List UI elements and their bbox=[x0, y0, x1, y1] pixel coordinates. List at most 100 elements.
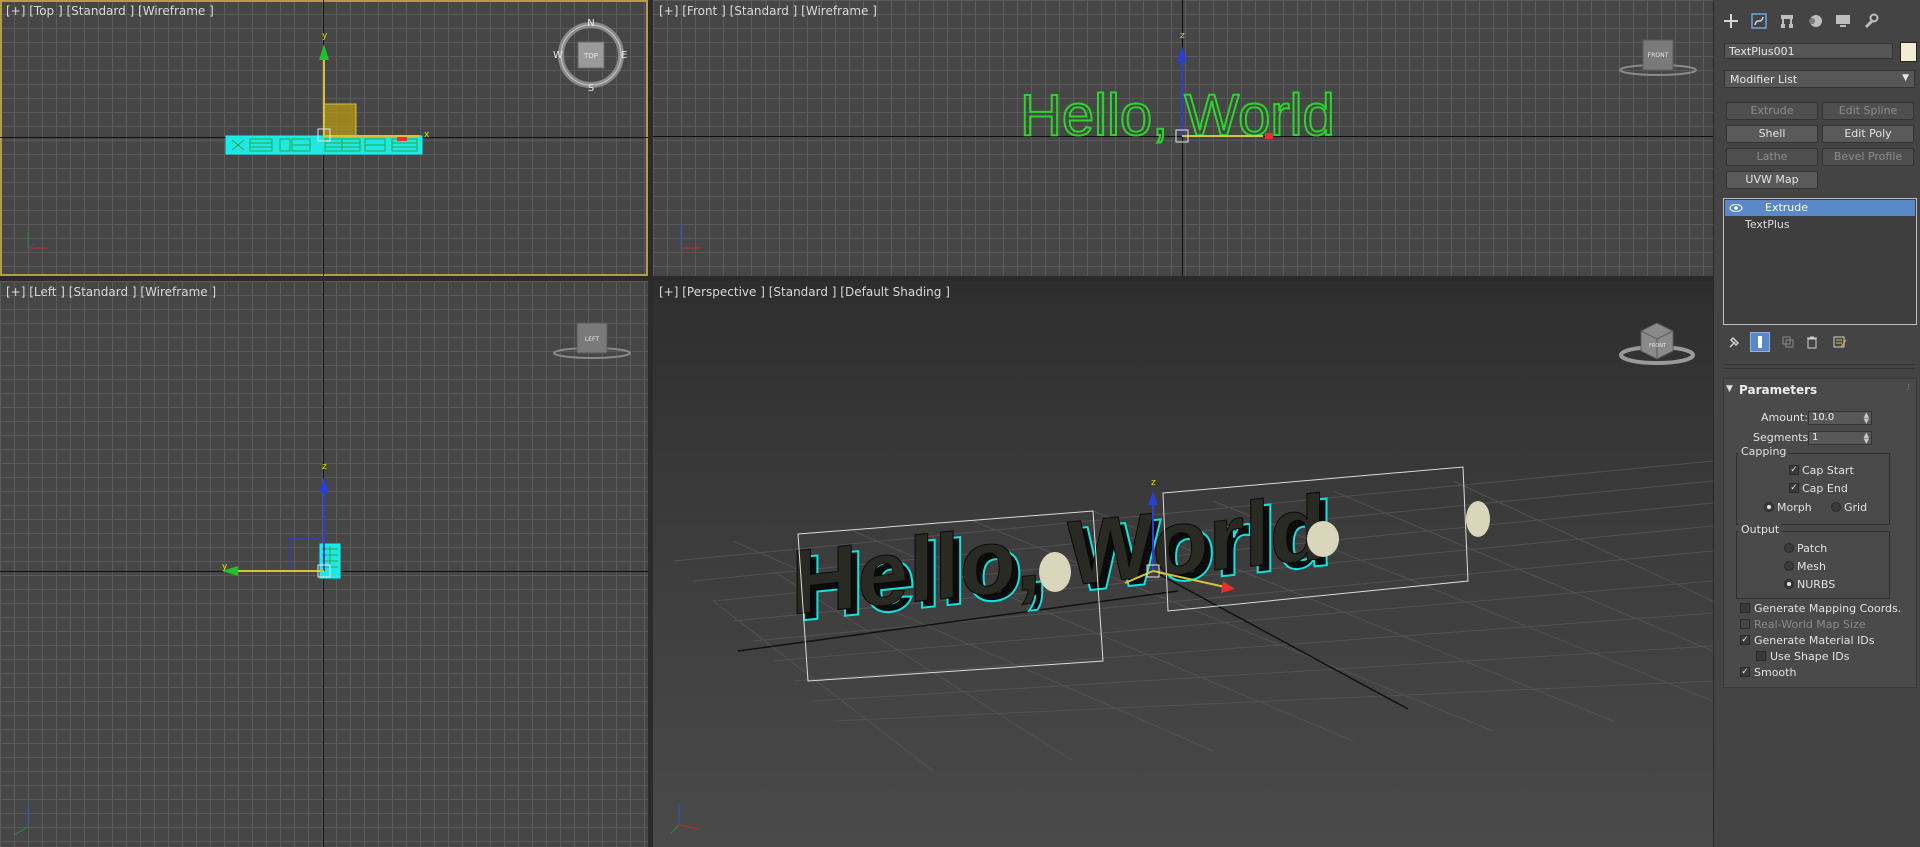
compass-s: S bbox=[588, 83, 594, 94]
edit-spline-button[interactable]: Edit Spline bbox=[1822, 102, 1914, 120]
axis-tripod-perspective bbox=[670, 803, 700, 834]
smooth-checkbox[interactable]: ✓ bbox=[1740, 667, 1750, 677]
axis-tripod-top bbox=[27, 232, 48, 249]
amount-label: Amount: bbox=[1761, 411, 1808, 424]
real-world-map-size-checkbox[interactable] bbox=[1740, 619, 1750, 629]
amount-spinner[interactable]: 10.0 ▲ ▼ bbox=[1808, 411, 1872, 425]
use-shape-ids-checkbox[interactable] bbox=[1756, 651, 1766, 661]
lathe-button[interactable]: Lathe bbox=[1726, 148, 1818, 166]
collapse-arrow-icon[interactable]: ▼ bbox=[1726, 384, 1733, 394]
stack-toolbar bbox=[1722, 332, 1917, 354]
panel-divider bbox=[1724, 364, 1915, 365]
create-icon[interactable] bbox=[1720, 10, 1742, 32]
patch-label: Patch bbox=[1797, 542, 1828, 555]
viewcube-face-perspective: FRONT bbox=[1649, 343, 1667, 349]
axis-label-z: z bbox=[1180, 31, 1185, 41]
parameters-title[interactable]: Parameters bbox=[1739, 383, 1817, 397]
hierarchy-icon[interactable] bbox=[1776, 10, 1798, 32]
uvw-map-button[interactable]: UVW Map bbox=[1726, 171, 1818, 189]
compass-w: W bbox=[553, 50, 563, 61]
stack-item-extrude-label: Extrude bbox=[1765, 201, 1809, 214]
object-name-field[interactable]: TextPlus001 bbox=[1724, 43, 1893, 59]
generate-material-ids-label: Generate Material IDs bbox=[1754, 634, 1875, 647]
modifier-list-dropdown[interactable]: Modifier List ▼ bbox=[1724, 70, 1915, 88]
display-icon[interactable] bbox=[1832, 10, 1854, 32]
modifier-list-label: Modifier List bbox=[1730, 73, 1798, 86]
edit-poly-button[interactable]: Edit Poly bbox=[1822, 125, 1914, 143]
make-unique-icon[interactable] bbox=[1778, 332, 1798, 352]
capping-label: Capping bbox=[1739, 445, 1789, 458]
patch-radio[interactable] bbox=[1784, 543, 1794, 553]
use-shape-ids-label: Use Shape IDs bbox=[1770, 650, 1850, 663]
bevel-profile-button[interactable]: Bevel Profile bbox=[1822, 148, 1914, 166]
axis-label-y: y bbox=[322, 31, 328, 41]
left-view-scene: z y LEFT bbox=[13, 322, 631, 836]
cap-end-checkbox[interactable]: ✓ bbox=[1789, 483, 1799, 493]
axis-label-x: x bbox=[424, 130, 430, 140]
show-end-result-icon[interactable] bbox=[1750, 332, 1770, 352]
viewport-top[interactable]: [+] [Top ] [Standard ] [Wireframe ] y x … bbox=[0, 0, 648, 276]
modifier-stack: Extrude TextPlus bbox=[1723, 198, 1917, 325]
compass-e: E bbox=[621, 50, 627, 61]
move-gizmo-top[interactable]: y x bbox=[317, 31, 430, 142]
viewcube-compass-top[interactable]: TOP N S E W bbox=[553, 18, 627, 94]
viewport-left[interactable]: [+] [Left ] [Standard ] [Wireframe ] z y bbox=[0, 281, 648, 847]
utilities-icon[interactable] bbox=[1860, 10, 1882, 32]
pin-stack-icon[interactable] bbox=[1724, 332, 1744, 352]
text-object-top[interactable] bbox=[225, 135, 423, 155]
segments-value: 1 bbox=[1812, 432, 1819, 443]
mesh-radio[interactable] bbox=[1784, 561, 1794, 571]
stack-item-extrude[interactable]: Extrude bbox=[1725, 200, 1915, 216]
motion-icon[interactable] bbox=[1804, 10, 1826, 32]
trash-icon[interactable] bbox=[1802, 332, 1822, 352]
amount-value: 10.0 bbox=[1812, 412, 1835, 423]
3dsmax-workspace: [+] [Top ] [Standard ] [Wireframe ] y x … bbox=[0, 0, 1920, 847]
smooth-label: Smooth bbox=[1754, 666, 1797, 679]
configure-modifier-sets-icon[interactable] bbox=[1830, 332, 1850, 352]
viewcube-front[interactable]: FRONT bbox=[1619, 39, 1697, 76]
cap-end-label: Cap End bbox=[1802, 482, 1848, 495]
axis-label-z-persp: z bbox=[1151, 478, 1156, 488]
output-label: Output bbox=[1739, 523, 1782, 536]
viewport-front[interactable]: [+] [Front ] [Standard ] [Wireframe ] He… bbox=[653, 0, 1713, 276]
viewport-perspective[interactable]: [+] [Perspective ] [Standard ] [Default … bbox=[653, 281, 1713, 847]
nurbs-radio[interactable] bbox=[1784, 579, 1794, 589]
axis-tripod-front bbox=[680, 222, 701, 249]
axis-tripod-left bbox=[13, 803, 29, 836]
spinner-arrows-icon[interactable]: ▲ ▼ bbox=[1864, 412, 1869, 425]
mesh-label: Mesh bbox=[1797, 560, 1826, 573]
extrude-button[interactable]: Extrude bbox=[1726, 102, 1818, 120]
object-color-swatch[interactable] bbox=[1900, 42, 1917, 62]
spinner-arrows-icon[interactable]: ▲ ▼ bbox=[1864, 432, 1869, 445]
axis-label-z-left: z bbox=[322, 462, 327, 472]
generate-mapping-label: Generate Mapping Coords. bbox=[1754, 602, 1902, 615]
viewcube-face-left: LEFT bbox=[585, 336, 599, 343]
command-panel: TextPlus001 Modifier List ▼ Extrude Edit… bbox=[1713, 0, 1920, 847]
nurbs-label: NURBS bbox=[1797, 578, 1836, 591]
stack-item-textplus[interactable]: TextPlus bbox=[1725, 217, 1915, 233]
segments-spinner[interactable]: 1 ▲ ▼ bbox=[1808, 431, 1872, 445]
stack-item-textplus-label: TextPlus bbox=[1745, 218, 1790, 231]
chevron-down-icon: ▼ bbox=[1902, 73, 1909, 83]
cap-start-label: Cap Start bbox=[1802, 464, 1854, 477]
viewcube-left[interactable]: LEFT bbox=[553, 322, 631, 359]
viewcube-face-front: FRONT bbox=[1648, 52, 1669, 59]
rollout-options-icon[interactable]: ⁝ bbox=[1907, 383, 1910, 393]
axis-label-y-left: y bbox=[222, 562, 228, 572]
parameters-rollout: ▼ Parameters ⁝ Amount: 10.0 ▲ ▼ Segments:… bbox=[1723, 378, 1917, 688]
generate-mapping-checkbox[interactable] bbox=[1740, 603, 1750, 613]
panel-divider bbox=[1724, 368, 1915, 369]
text-object-front[interactable]: Hello, World bbox=[1019, 82, 1336, 149]
viewcube-perspective[interactable]: FRONT bbox=[1619, 322, 1695, 365]
cap-start-checkbox[interactable]: ✓ bbox=[1789, 465, 1799, 475]
modify-icon[interactable] bbox=[1748, 10, 1770, 32]
compass-n: N bbox=[587, 18, 594, 29]
shell-button[interactable]: Shell bbox=[1726, 125, 1818, 143]
segments-label: Segments: bbox=[1753, 431, 1812, 444]
morph-radio[interactable] bbox=[1764, 502, 1774, 512]
move-gizmo-left[interactable]: z y bbox=[222, 462, 331, 578]
generate-material-ids-checkbox[interactable]: ✓ bbox=[1740, 635, 1750, 645]
morph-label: Morph bbox=[1777, 501, 1812, 514]
grid-radio[interactable] bbox=[1831, 502, 1841, 512]
top-view-scene: y x TOP N S E W bbox=[27, 18, 627, 249]
